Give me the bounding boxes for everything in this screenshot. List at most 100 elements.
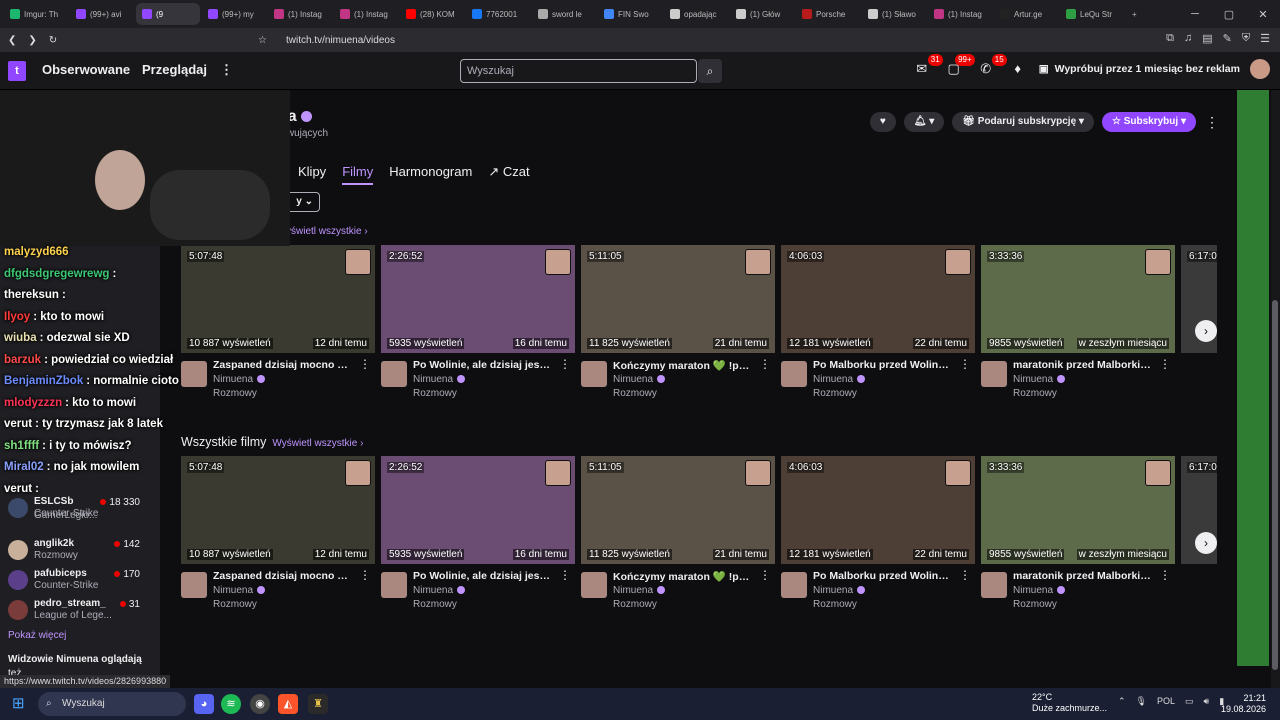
close-icon[interactable]: ✕ bbox=[1246, 8, 1280, 21]
video-card[interactable]: 2:26:52 5935 wyświetleń 16 dni temu Po Woli… bbox=[381, 245, 575, 415]
video-title[interactable]: Po Malborku przed Wolinem ... bbox=[813, 570, 953, 582]
app-icon[interactable]: ♜ bbox=[308, 694, 328, 714]
video-channel[interactable]: Nimuena bbox=[413, 374, 466, 385]
video-card[interactable]: 5:11:05 11 825 wyświetleń 21 dni temu Kończ… bbox=[581, 245, 775, 415]
browser-tab[interactable]: Artur.ge bbox=[994, 3, 1058, 25]
video-channel[interactable]: Nimuena bbox=[613, 585, 666, 596]
video-card[interactable]: 3:33:36 9855 wyświetleń w zeszłym miesiącu… bbox=[981, 456, 1175, 626]
weather-widget[interactable]: 22°C Duże zachmurze... bbox=[1032, 692, 1107, 714]
forward-icon[interactable]: ❯ bbox=[28, 35, 36, 46]
browser-tab[interactable]: opadając bbox=[664, 3, 728, 25]
video-more-icon[interactable]: ⋮ bbox=[959, 357, 971, 371]
twitch-logo-icon[interactable]: t bbox=[8, 61, 26, 81]
browser-tab[interactable]: Imgur: Th bbox=[4, 3, 68, 25]
carousel-next-icon[interactable]: › bbox=[1195, 320, 1217, 342]
video-more-icon[interactable]: ⋮ bbox=[759, 357, 771, 371]
video-title[interactable]: maratonik przed Malborkiem ... bbox=[1013, 359, 1153, 371]
taskbar-search[interactable]: ⌕ Wyszukaj bbox=[38, 692, 186, 716]
channel-avatar[interactable] bbox=[381, 572, 407, 598]
video-channel[interactable]: Nimuena bbox=[1013, 374, 1066, 385]
minimize-icon[interactable]: ─ bbox=[1178, 8, 1212, 20]
video-title[interactable]: Zaspaned dzisiaj mocno xdd ... bbox=[213, 570, 353, 582]
video-title[interactable]: Po Malborku przed Wolinem ... bbox=[813, 359, 953, 371]
video-category[interactable]: Rozmowy bbox=[613, 388, 657, 399]
sidebar-channel[interactable]: GamerLegio... bbox=[8, 510, 158, 540]
channel-avatar[interactable] bbox=[581, 572, 607, 598]
video-card[interactable]: 5:07:48 10 887 wyświetleń 12 dni temu Zaspa… bbox=[181, 456, 375, 626]
browser-tab[interactable]: (1) Głów bbox=[730, 3, 794, 25]
channel-avatar[interactable] bbox=[781, 572, 807, 598]
browser-tab[interactable]: (99+) avi bbox=[70, 3, 134, 25]
video-category[interactable]: Rozmowy bbox=[213, 388, 257, 399]
video-channel[interactable]: Nimuena bbox=[1013, 585, 1066, 596]
video-card[interactable]: 3:33:36 9855 wyświetleń w zeszłym miesiącu… bbox=[981, 245, 1175, 415]
sidebar-icon[interactable]: ▤ bbox=[1202, 32, 1212, 45]
video-more-icon[interactable]: ⋮ bbox=[359, 568, 371, 582]
video-more-icon[interactable]: ⋮ bbox=[1159, 357, 1171, 371]
video-channel[interactable]: Nimuena bbox=[213, 585, 266, 596]
browser-tab[interactable]: (1) Instag bbox=[334, 3, 398, 25]
crown-icon[interactable]: ♦ bbox=[1007, 58, 1029, 80]
browser-tab[interactable]: Porsche bbox=[796, 3, 860, 25]
video-channel[interactable]: Nimuena bbox=[613, 374, 666, 385]
show-more-link[interactable]: Pokaż więcej bbox=[8, 630, 66, 641]
channel-avatar[interactable] bbox=[981, 572, 1007, 598]
channel-avatar[interactable] bbox=[381, 361, 407, 387]
new-tab-icon[interactable]: + bbox=[1126, 3, 1146, 25]
video-channel[interactable]: Nimuena bbox=[813, 585, 866, 596]
reload-icon[interactable]: ↻ bbox=[49, 35, 57, 46]
extension-icon[interactable]: ⧉ bbox=[1166, 32, 1174, 45]
nav-following[interactable]: Obserwowane bbox=[42, 62, 130, 77]
browser-tab[interactable]: (9 bbox=[136, 3, 200, 25]
nav-browse[interactable]: Przeglądaj bbox=[142, 62, 207, 77]
browser-tab[interactable]: (1) Sławo bbox=[862, 3, 926, 25]
view-all-link-top[interactable]: yświetl wszystkie › bbox=[286, 226, 368, 237]
video-thumbnail[interactable]: 5:07:48 10 887 wyświetleń 12 dni temu bbox=[181, 456, 375, 564]
video-card[interactable]: 4:06:03 12 181 wyświetleń 22 dni temu Po Ma… bbox=[781, 456, 975, 626]
video-more-icon[interactable]: ⋮ bbox=[359, 357, 371, 371]
url-field[interactable]: twitch.tv/nimuena/videos bbox=[270, 30, 990, 50]
video-category[interactable]: Rozmowy bbox=[413, 388, 457, 399]
video-more-icon[interactable]: ⋮ bbox=[959, 568, 971, 582]
channel-avatar[interactable] bbox=[781, 361, 807, 387]
video-category[interactable]: Rozmowy bbox=[613, 599, 657, 610]
display-icon[interactable]: ▭ bbox=[1185, 696, 1194, 707]
maximize-icon[interactable]: ▢ bbox=[1212, 8, 1246, 21]
scrollbar-thumb[interactable] bbox=[1272, 300, 1278, 670]
tray-chevron-icon[interactable]: ⌃ bbox=[1118, 696, 1126, 707]
video-more-icon[interactable]: ⋮ bbox=[1159, 568, 1171, 582]
browser-tab[interactable]: sword le bbox=[532, 3, 596, 25]
video-thumbnail[interactable]: 4:06:03 12 181 wyświetleń 22 dni temu bbox=[781, 245, 975, 353]
video-more-icon[interactable]: ⋮ bbox=[559, 357, 571, 371]
browser-tab[interactable]: (99+) my bbox=[202, 3, 266, 25]
browser-tab[interactable]: (28) KOM bbox=[400, 3, 464, 25]
video-card[interactable]: 5:07:48 10 887 wyświetleń 12 dni temu Zaspa… bbox=[181, 245, 375, 415]
inbox-icon[interactable]: ✉ 31 bbox=[911, 54, 943, 80]
notifications-icon[interactable]: ▢ 99+ bbox=[943, 54, 975, 80]
video-category[interactable]: Rozmowy bbox=[213, 599, 257, 610]
search-icon[interactable]: ⌕ bbox=[698, 59, 722, 83]
video-thumbnail[interactable]: 5:11:05 11 825 wyświetleń 21 dni temu bbox=[581, 456, 775, 564]
video-title[interactable]: Kończymy maraton 💚 !psibuf... bbox=[613, 359, 753, 372]
video-more-icon[interactable]: ⋮ bbox=[559, 568, 571, 582]
menu-icon[interactable]: ☰ bbox=[1260, 32, 1270, 45]
subscribe-button[interactable]: ☆ Subskrybuj ▾ bbox=[1101, 112, 1196, 132]
more-icon[interactable]: ⋮ bbox=[220, 62, 233, 78]
video-category[interactable]: Rozmowy bbox=[413, 599, 457, 610]
browser-tab[interactable]: FIN Swo bbox=[598, 3, 662, 25]
bookmark-icon[interactable]: ☆ bbox=[258, 35, 267, 46]
tab-clips[interactable]: Klipy bbox=[298, 164, 326, 185]
channel-avatar[interactable] bbox=[581, 361, 607, 387]
windows-start-icon[interactable]: ⊞ bbox=[12, 695, 30, 713]
browser-tab[interactable]: LeQu Str bbox=[1060, 3, 1124, 25]
search-input[interactable]: Wyszukaj bbox=[460, 59, 697, 83]
channel-avatar[interactable] bbox=[981, 361, 1007, 387]
brave-icon[interactable]: ◭ bbox=[278, 694, 298, 714]
video-category[interactable]: Rozmowy bbox=[1013, 599, 1057, 610]
extension-icon[interactable]: ✎ bbox=[1223, 32, 1232, 45]
video-thumbnail[interactable]: 3:33:36 9855 wyświetleń w zeszłym miesiącu bbox=[981, 245, 1175, 353]
video-card[interactable]: 4:06:03 12 181 wyświetleń 22 dni temu Po Ma… bbox=[781, 245, 975, 415]
view-all-link[interactable]: Wyświetl wszystkie › bbox=[272, 438, 363, 449]
browser-tab[interactable]: (1) Instag bbox=[928, 3, 992, 25]
video-thumbnail[interactable]: 4:06:03 12 181 wyświetleń 22 dni temu bbox=[781, 456, 975, 564]
